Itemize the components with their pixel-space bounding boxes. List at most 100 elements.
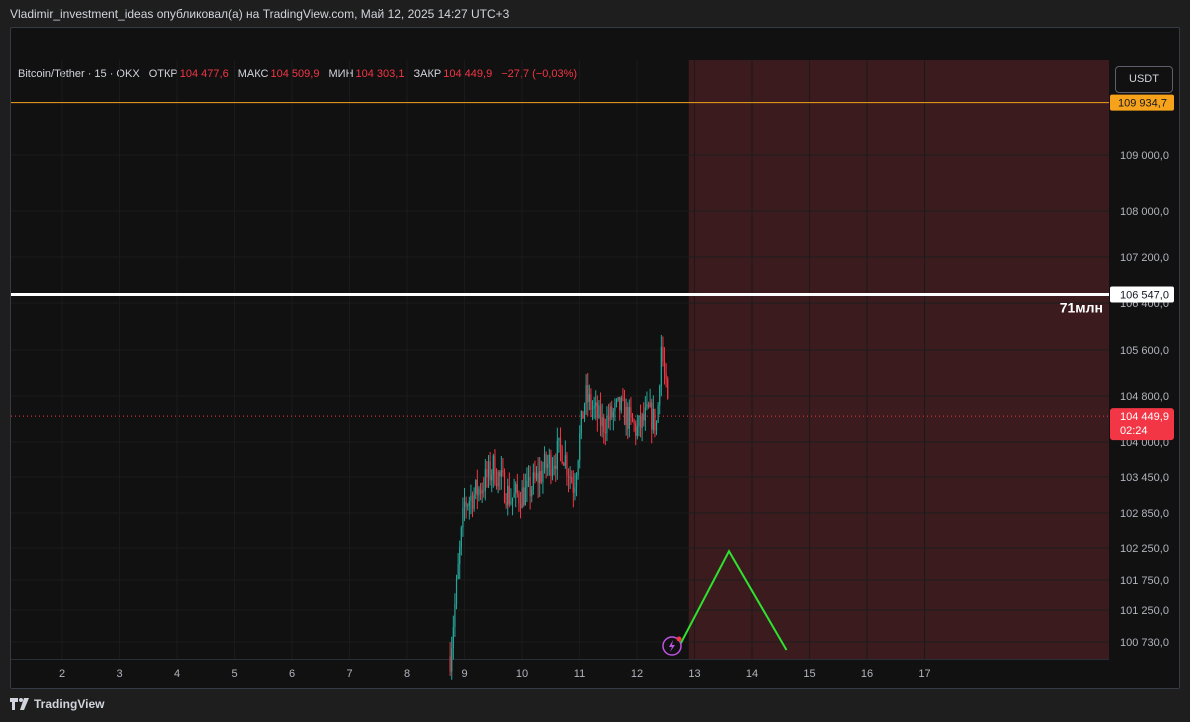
- candle-body: [631, 414, 634, 422]
- candle-body: [667, 378, 669, 399]
- time-tick-label: 3: [116, 668, 122, 680]
- lightning-alert-icon[interactable]: [662, 636, 682, 656]
- candle-body: [638, 415, 640, 427]
- candle-body: [500, 470, 502, 477]
- candle-body: [646, 403, 648, 408]
- candle-body: [499, 472, 501, 477]
- candle-body: [623, 398, 626, 425]
- candle-body: [587, 385, 589, 402]
- price-tick-label: 108 000,0: [1120, 206, 1169, 218]
- candle-body: [451, 647, 453, 672]
- candle-body: [473, 493, 475, 509]
- candle-body: [580, 411, 582, 434]
- candle-body: [492, 455, 494, 476]
- candle-body: [463, 501, 466, 508]
- candle-body: [593, 406, 595, 409]
- price-tick-label: 104 800,0: [1120, 391, 1169, 403]
- time-tick-label: 9: [461, 668, 467, 680]
- price-tick-label: 103 450,0: [1120, 472, 1169, 484]
- candle-body: [547, 463, 549, 468]
- candle-body: [647, 403, 650, 407]
- candle-body: [470, 495, 472, 502]
- price-tick-label: 100 730,0: [1120, 637, 1169, 649]
- candle-body: [652, 409, 654, 430]
- candle-body: [460, 527, 462, 548]
- candle-body: [585, 385, 587, 404]
- candle-body: [468, 501, 470, 506]
- candle-body: [583, 403, 586, 419]
- candle-body: [503, 472, 506, 503]
- price-tick-label: 105 600,0: [1120, 345, 1169, 357]
- candle-body: [518, 493, 520, 504]
- candle-body: [612, 411, 614, 418]
- candle-body: [590, 394, 592, 410]
- volume-annotation: 71млн: [1060, 300, 1103, 316]
- candle-body: [662, 346, 664, 362]
- candle-body: [548, 454, 550, 464]
- candle-body: [511, 497, 514, 502]
- candle-body: [577, 460, 579, 476]
- candle-body: [558, 437, 560, 441]
- tradingview-brand: TradingView: [34, 697, 105, 711]
- candle-body: [551, 468, 554, 476]
- candle-body: [452, 627, 454, 648]
- candle-body: [582, 411, 584, 419]
- candle-body: [596, 402, 598, 418]
- candle-body: [508, 485, 510, 504]
- price-tick-label: 101 250,0: [1120, 605, 1169, 617]
- candle-body: [527, 477, 530, 481]
- time-tick-label: 6: [289, 668, 295, 680]
- candle-body: [649, 402, 651, 407]
- candle-body: [607, 416, 610, 421]
- candle-body: [539, 471, 541, 484]
- candle-body: [559, 437, 562, 448]
- candle-body: [524, 487, 526, 506]
- candle-body: [516, 484, 518, 494]
- candle-body: [636, 426, 638, 436]
- candle-body: [609, 406, 611, 421]
- candle-body: [481, 490, 483, 494]
- candle-body: [595, 402, 597, 407]
- price-tick-label: 102 850,0: [1120, 508, 1169, 520]
- candle-body: [566, 455, 568, 476]
- time-tick-label: 16: [861, 668, 873, 680]
- orange-level-label: 109 934,7: [1118, 98, 1167, 110]
- time-tick-label: 14: [746, 668, 758, 680]
- candle-body: [459, 547, 461, 565]
- candle-body: [663, 361, 666, 374]
- candle-body: [614, 403, 616, 412]
- candle-body: [617, 397, 619, 400]
- candle-body: [625, 407, 627, 425]
- candle-body: [478, 488, 480, 496]
- candle-body: [471, 495, 474, 509]
- candle-body: [510, 501, 512, 504]
- candle-body: [654, 409, 656, 431]
- candle-body: [540, 471, 542, 483]
- candle-body: [627, 407, 629, 429]
- candle-body: [529, 477, 531, 497]
- candle-body: [660, 346, 662, 386]
- candle-body: [603, 417, 605, 432]
- price-tick-label: 102 250,0: [1120, 543, 1169, 555]
- candle-body: [475, 480, 477, 494]
- time-tick-label: 17: [918, 668, 930, 680]
- candle-body: [502, 470, 504, 473]
- candle-body: [572, 482, 574, 493]
- candle-body: [555, 465, 557, 470]
- candle-body: [515, 484, 517, 493]
- candle-body: [622, 398, 624, 400]
- candle-body: [657, 405, 659, 423]
- tradingview-logo-icon: [10, 698, 30, 710]
- candle-body: [569, 476, 571, 478]
- time-tick-label: 5: [231, 668, 237, 680]
- candle-body: [606, 416, 608, 434]
- time-tick-label: 13: [688, 668, 700, 680]
- candle-body: [519, 503, 522, 508]
- candle-body: [476, 480, 478, 496]
- candle-body: [465, 501, 467, 507]
- candle-body: [630, 407, 632, 415]
- countdown-label: 02:24: [1120, 425, 1148, 437]
- candle-body: [542, 470, 544, 483]
- candle-body: [553, 465, 555, 469]
- candle-body: [651, 402, 653, 430]
